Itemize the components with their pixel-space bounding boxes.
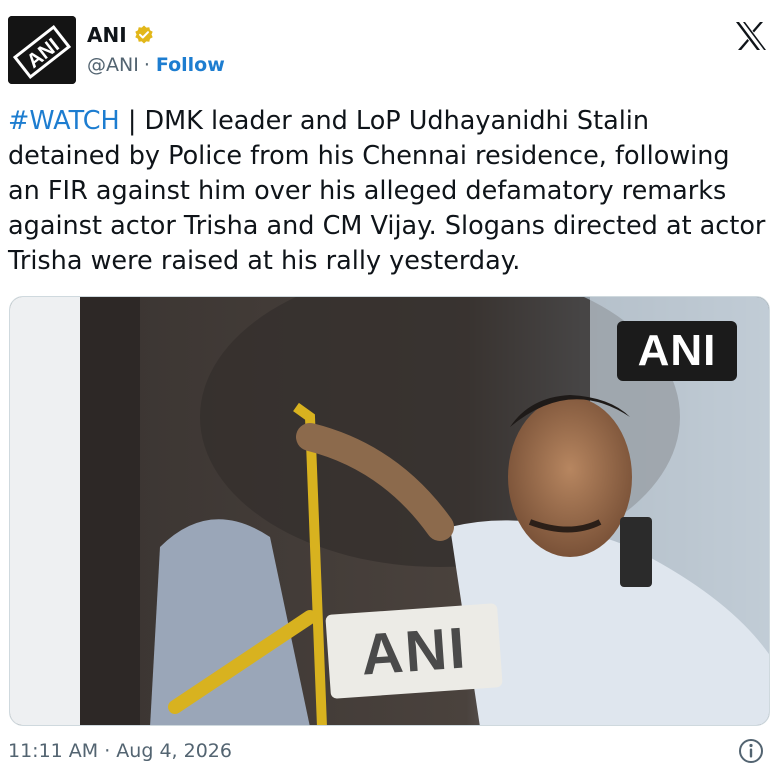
author-name-row: ANI [87, 22, 155, 48]
tweet-footer: 11:11 AM · Aug 4, 2026 [8, 738, 768, 768]
verified-badge-icon[interactable] [133, 24, 155, 46]
author-handle-row: @ANI · Follow [87, 54, 225, 76]
microphone-label: ANI [325, 603, 503, 699]
author-name[interactable]: ANI [87, 23, 127, 47]
author-handle[interactable]: @ANI [87, 54, 139, 76]
author-avatar[interactable]: ANI [8, 16, 76, 84]
ani-logo-icon: ANI [8, 16, 76, 84]
tweet-media-image[interactable]: ANI ANI [9, 296, 770, 726]
tweet-timestamp[interactable]: 11:11 AM · Aug 4, 2026 [8, 740, 232, 762]
tweet-header: ANI ANI @ANI · Follow [8, 12, 768, 88]
x-logo-icon[interactable] [734, 20, 768, 52]
separator-dot: · [143, 54, 150, 76]
hashtag-link[interactable]: #WATCH [8, 106, 120, 136]
info-icon[interactable] [738, 738, 764, 764]
tweet-body: | DMK leader and LoP Udhayanidhi Stalin … [8, 106, 766, 276]
follow-button[interactable]: Follow [156, 54, 225, 76]
ani-watermark: ANI [617, 321, 737, 381]
tweet-text: #WATCH | DMK leader and LoP Udhayanidhi … [8, 104, 768, 279]
